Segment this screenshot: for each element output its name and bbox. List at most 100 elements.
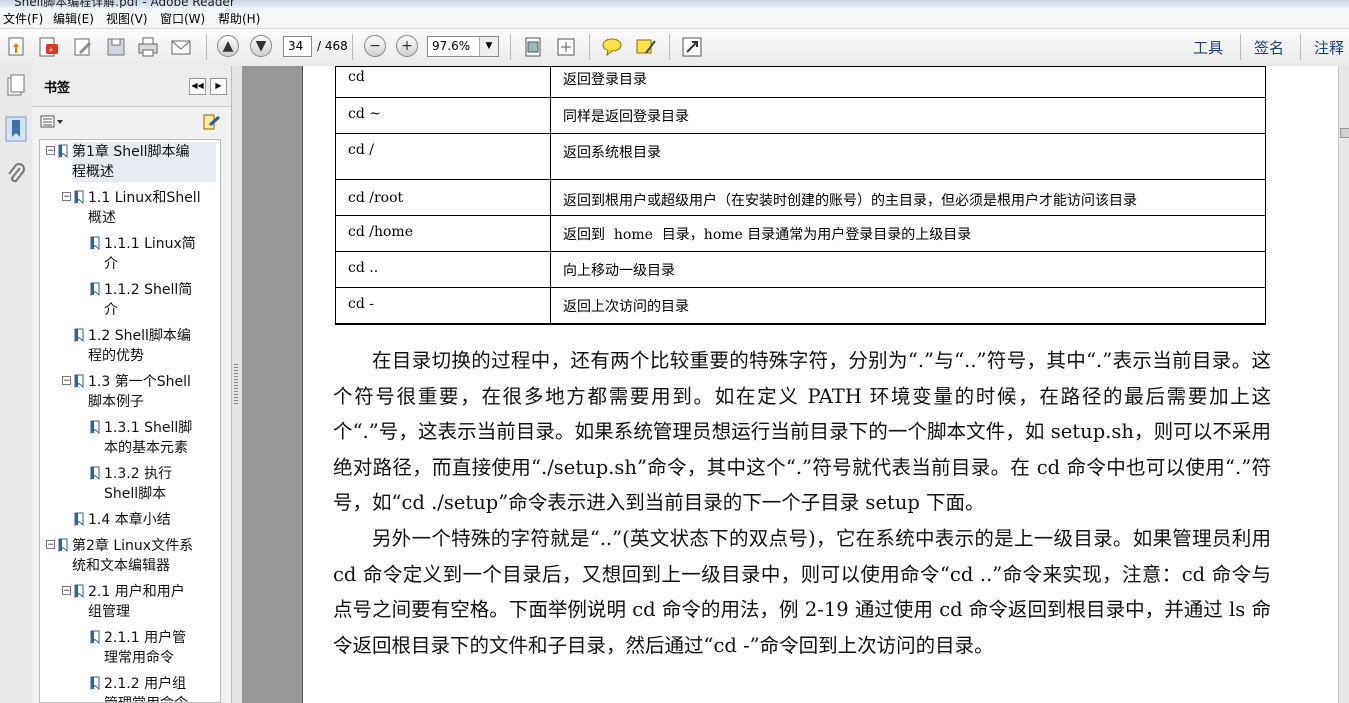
- cd-command-table: cd 返回登录目录 cd ~ 同样是返回登录目录 cd / 返回系统根目录 cd /root…: [335, 66, 1266, 325]
- bookmark-label: 1.1.1 Linux简: [104, 236, 196, 252]
- bookmark-icon: [90, 676, 100, 690]
- bookmark-label: 1.3 第一个Shell: [88, 374, 191, 390]
- description-cell: 返回到 home 目录，home 目录通常为用户登录目录的上级目录: [550, 215, 1266, 252]
- bookmark-item[interactable]: 1.3 第一个Shell 脚本例子: [88, 372, 216, 412]
- bookmark-icon: [90, 236, 100, 250]
- bookmark-icon: [74, 374, 84, 388]
- window-title: Shell脚本编程详解.pdf - Adobe Reader: [14, 0, 235, 8]
- bookmark-label: 概述: [88, 210, 116, 226]
- scroll-thumb[interactable]: [1340, 128, 1349, 138]
- description-cell: 返回上次访问的目录: [550, 287, 1266, 324]
- page-thumbnails-icon[interactable]: [5, 74, 27, 98]
- previous-page-button[interactable]: ▲: [217, 35, 239, 57]
- tools-tab[interactable]: 工具: [1193, 37, 1223, 58]
- bookmark-label: Shell脚本: [104, 486, 167, 502]
- bookmark-label: 第1章 Shell脚本编: [72, 144, 190, 160]
- menu-file[interactable]: 文件(F): [3, 10, 43, 27]
- bookmark-item[interactable]: 1.2 Shell脚本编 程的优势: [88, 326, 216, 366]
- attachments-icon[interactable]: [5, 162, 27, 186]
- bookmark-item[interactable]: 第1章 Shell脚本编 程概述: [72, 142, 216, 182]
- expand-toggle[interactable]: −: [46, 146, 55, 156]
- edit-icon[interactable]: [71, 35, 95, 59]
- sign-tab[interactable]: 签名: [1254, 37, 1284, 58]
- expand-toggle[interactable]: −: [62, 192, 71, 202]
- bookmark-item[interactable]: 1.3.2 执行 Shell脚本: [104, 464, 216, 504]
- bookmark-item[interactable]: 1.4 本章小结: [88, 510, 216, 530]
- next-page-button[interactable]: ▼: [250, 35, 272, 57]
- bookmark-label: 1.2 Shell脚本编: [88, 328, 191, 344]
- bookmark-label: 1.4 本章小结: [88, 512, 171, 528]
- description-cell: 返回到根用户或超级用户（在安装时创建的账号）的主目录，但必须是根用户才能访问该目…: [550, 179, 1266, 216]
- zoom-value: 97.6%: [432, 39, 471, 53]
- bookmark-item[interactable]: 第2章 Linux文件系 统和文本编辑器: [72, 536, 216, 576]
- email-icon[interactable]: [169, 35, 193, 59]
- table-row: cd .. 向上移动一级目录: [335, 251, 1266, 288]
- bookmark-label: 2.1.2 用户组: [104, 676, 187, 692]
- zoom-in-button[interactable]: +: [396, 35, 418, 57]
- expand-panel-button[interactable]: ▶: [210, 78, 227, 95]
- bookmark-tree: − 第1章 Shell脚本编 程概述 −1.1 Linux和Shell 概述 1.1.1 …: [39, 139, 221, 703]
- command-cell: cd: [335, 66, 551, 98]
- page-total: / 468: [317, 39, 348, 53]
- menu-edit[interactable]: 编辑(E): [53, 10, 94, 27]
- bookmark-icon: [58, 144, 68, 158]
- table-row: cd ~ 同样是返回登录目录: [335, 97, 1266, 134]
- bookmark-icon: [90, 630, 100, 644]
- comment-tab[interactable]: 注释: [1314, 37, 1344, 58]
- delete-bookmark-icon[interactable]: [201, 113, 221, 131]
- save-icon[interactable]: [104, 35, 128, 59]
- print-icon[interactable]: [136, 35, 160, 59]
- menu-help[interactable]: 帮助(H): [218, 10, 260, 27]
- create-pdf-icon[interactable]: +: [37, 35, 61, 59]
- arrow-up-icon: ▲: [222, 38, 234, 54]
- bookmark-icon: [90, 420, 100, 434]
- expand-toggle[interactable]: −: [46, 540, 55, 550]
- table-row: cd /root 返回到根用户或超级用户（在安装时创建的账号）的主目录，但必须是根…: [335, 179, 1266, 216]
- zoom-out-button[interactable]: −: [364, 35, 386, 57]
- comment-icon[interactable]: [600, 35, 624, 59]
- bookmark-item[interactable]: 1.1.2 Shell简介: [104, 280, 216, 320]
- document-scrollbar[interactable]: [1338, 66, 1349, 703]
- expand-toggle[interactable]: −: [62, 586, 71, 596]
- bookmark-label: 1.1.2 Shell简: [104, 282, 193, 298]
- navigation-rail: [0, 66, 33, 703]
- bookmark-label: 1.1 Linux和Shell: [88, 190, 201, 206]
- expand-icon[interactable]: [680, 35, 704, 59]
- bookmark-item[interactable]: 2.1.1 用户管 理常用命令: [104, 628, 216, 668]
- menu-view[interactable]: 视图(V): [106, 10, 148, 27]
- full-screen-icon[interactable]: [554, 35, 578, 59]
- description-cell: 同样是返回登录目录: [550, 97, 1266, 134]
- bookmark-label: 管理常用命令: [104, 694, 216, 702]
- bookmark-icon: [74, 512, 84, 526]
- bookmark-item[interactable]: 1.1.1 Linux简介: [104, 234, 216, 274]
- menu-window[interactable]: 窗口(W): [160, 10, 205, 27]
- bookmark-label: 1.3.1 Shell脚: [104, 420, 193, 436]
- expand-toggle[interactable]: −: [62, 376, 71, 386]
- bookmark-label: 程概述: [72, 164, 114, 180]
- panel-title: 书签: [44, 81, 71, 96]
- bookmark-item[interactable]: 2.1.2 用户组管理常用命令: [104, 674, 216, 702]
- page-body-text: 在目录切换的过程中，还有两个比较重要的特殊字符，分别为“.”与“..”符号，其中…: [333, 343, 1271, 663]
- open-file-icon[interactable]: [5, 35, 29, 59]
- bookmark-label: 脚本例子: [88, 394, 144, 410]
- chevron-down-icon: ▼: [479, 37, 498, 56]
- menu-bar: 文件(F) 编辑(E) 视图(V) 窗口(W) 帮助(H): [0, 8, 1349, 29]
- page-number-input[interactable]: 34: [283, 36, 312, 57]
- bookmark-item[interactable]: 1.3.1 Shell脚 本的基本元素: [104, 418, 216, 458]
- zoom-select[interactable]: 97.6% ▼: [427, 36, 499, 57]
- title-bar: Shell脚本编程详解.pdf - Adobe Reader: [0, 0, 1349, 8]
- minus-icon: −: [369, 38, 381, 54]
- bookmarks-icon[interactable]: [5, 116, 27, 142]
- bookmark-options-button[interactable]: [40, 114, 66, 130]
- collapse-panel-button[interactable]: ◀◀: [189, 78, 206, 95]
- bookmark-icon: [74, 584, 84, 598]
- bookmark-item[interactable]: 2.1 用户和用户 组管理: [88, 582, 216, 622]
- bookmark-icon: [58, 538, 68, 552]
- highlight-icon[interactable]: [634, 35, 658, 59]
- arrow-down-icon: ▼: [255, 38, 267, 54]
- fit-page-icon[interactable]: [521, 35, 545, 59]
- table-row: cd /home 返回到 home 目录，home 目录通常为用户登录目录的上级目…: [335, 215, 1266, 252]
- bookmark-icon: [74, 190, 84, 204]
- bookmark-icon: [74, 328, 84, 342]
- bookmark-item[interactable]: 1.1 Linux和Shell 概述: [88, 188, 216, 228]
